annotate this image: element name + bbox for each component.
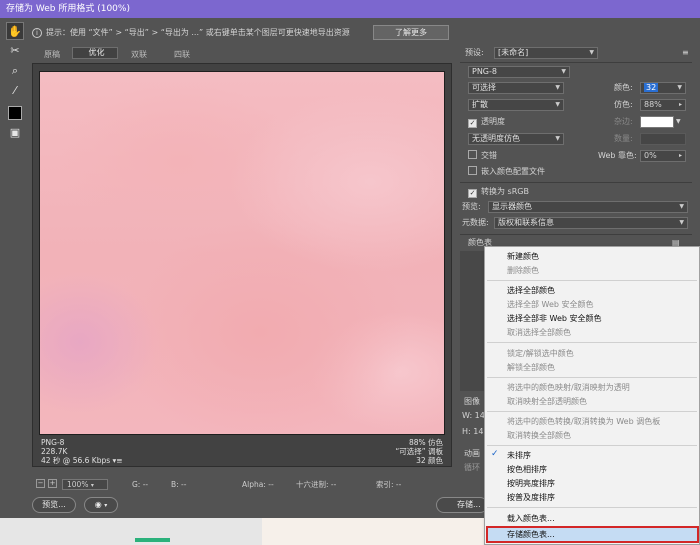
matte-color-swatch[interactable] (640, 116, 674, 128)
embed-profile-checkbox[interactable]: 嵌入颜色配置文件 (468, 166, 545, 178)
menu-sort-by-luminance[interactable]: 按明亮度排序 (507, 477, 555, 490)
tab-4up[interactable]: 四联 (160, 47, 204, 63)
zoom-out-button[interactable]: − (36, 479, 45, 488)
menu-select-non-web-safe[interactable]: 选择全部非 Web 安全颜色 (507, 312, 602, 325)
preview-mode-label: 预览: (462, 202, 481, 211)
hint-text: 提示：使用 “文件” > “导出” > “导出为 ...” 或右键单击某个图层可… (46, 28, 350, 37)
menu-map-transparent[interactable]: 将选中的颜色映射/取消映射为透明 (507, 381, 630, 394)
web-snap-label: Web 靠色: (598, 151, 637, 160)
preset-label: 预设: (465, 48, 484, 57)
index-readout: 索引: -- (376, 480, 402, 489)
alpha-readout: Alpha: -- (242, 480, 274, 489)
transparency-dither-select[interactable]: 无透明度仿色 ▼ (468, 133, 564, 145)
info-dither: 88% 仿色 (408, 438, 443, 447)
tab-2up[interactable]: 双联 (118, 47, 160, 63)
eyedropper-color-swatch[interactable] (8, 106, 22, 120)
reduction-select[interactable]: 可选择 ▼ (468, 82, 564, 94)
hand-tool-icon[interactable]: ✋ (6, 22, 24, 40)
loop-label: 循环 (464, 463, 480, 472)
interlaced-checkbox[interactable]: 交错 (468, 150, 497, 162)
menu-select-web-safe[interactable]: 选择全部 Web 安全颜色 (507, 298, 594, 311)
panel-menu-icon[interactable]: ≡ (682, 47, 689, 59)
download-speed-menu-icon[interactable]: ▾≡ (113, 456, 123, 465)
zoom-select[interactable]: 100% ▾ (62, 479, 108, 490)
menu-delete-color[interactable]: 删除颜色 (507, 264, 539, 277)
preview-button[interactable]: 预览... (32, 497, 76, 513)
browser-preview-button[interactable]: ◉ ▾ (84, 497, 118, 513)
menu-deselect-all[interactable]: 取消选择全部颜色 (507, 326, 571, 339)
colors-select[interactable]: 32 ▼ (640, 82, 686, 94)
transparency-checkbox[interactable]: ✓ 透明度 (468, 116, 505, 128)
eyedropper-icon[interactable]: ⁄ (6, 82, 24, 100)
save-button[interactable]: 存储... (436, 497, 488, 513)
menu-sort-by-popularity[interactable]: 按普及度排序 (507, 491, 555, 504)
window-title: 存储为 Web 所用格式 (100%) (0, 0, 700, 18)
menu-sort-by-hue[interactable]: 按色相排序 (507, 463, 547, 476)
slice-select-icon[interactable]: ✂ (6, 42, 24, 60)
learn-more-button[interactable]: 了解更多 (373, 25, 449, 40)
amount-field[interactable] (640, 133, 686, 145)
dither-field[interactable]: 88% ▸ (640, 99, 686, 111)
status-bar: − + 100% ▾ G: -- B: -- Alpha: -- 十六进制: -… (36, 479, 451, 491)
width-label: W: 14 (462, 411, 485, 420)
menu-unlock-all[interactable]: 解锁全部颜色 (507, 361, 555, 374)
amount-label: 数量: (614, 134, 633, 143)
image-preview-pane: PNG-8 228.7K 42 秒 @ 56.6 Kbps ▾≡ 88% 仿色 … (32, 63, 452, 467)
menu-unsorted[interactable]: 未排序 (507, 449, 531, 462)
animation-label: 动画 (464, 449, 480, 458)
browser-icon: ◉ (94, 500, 102, 509)
info-palette: “可选择” 调板 (395, 447, 443, 456)
convert-srgb-checkbox[interactable]: ✓ 转换为 sRGB (468, 186, 529, 198)
info-icon: i (32, 28, 42, 38)
slice-visibility-icon[interactable]: ▣ (6, 124, 24, 142)
info-time: 42 秒 @ 56.6 Kbps ▾≡ (41, 456, 123, 465)
hex-readout: 十六进制: -- (296, 480, 337, 489)
zoom-in-button[interactable]: + (48, 479, 57, 488)
info-size: 228.7K (41, 447, 68, 456)
zoom-tool-icon[interactable]: ⌕ (6, 62, 24, 80)
menu-load-color-table[interactable]: 载入颜色表... (507, 512, 555, 525)
checkmark-icon: ✓ (491, 449, 499, 459)
green-readout: G: -- (132, 480, 149, 489)
toolbox: ✋ ✂ ⌕ ⁄ ▣ (6, 22, 26, 144)
tab-optimized[interactable]: 优化 (72, 47, 118, 59)
menu-lock-unlock[interactable]: 锁定/解锁选中颜色 (507, 347, 574, 360)
info-format: PNG-8 (41, 438, 65, 447)
matte-arrow-icon[interactable]: ▼ (676, 116, 681, 128)
color-table-context-menu: ✓ 新建颜色 删除颜色 选择全部颜色 选择全部 Web 安全颜色 选择全部非 W… (484, 246, 700, 545)
menu-unmap-transparent[interactable]: 取消映射全部透明颜色 (507, 395, 587, 408)
matte-label: 杂边: (614, 117, 633, 126)
image-size-label: 图像 (464, 397, 480, 406)
menu-unshift-all[interactable]: 取消转换全部颜色 (507, 429, 571, 442)
menu-new-color[interactable]: 新建颜色 (507, 250, 539, 263)
menu-shift-web-palette[interactable]: 将选中的颜色转换/取消转换为 Web 调色板 (507, 415, 660, 428)
preview-mode-select[interactable]: 显示器颜色 ▼ (488, 201, 688, 213)
info-colors: 32 颜色 (416, 456, 443, 465)
tab-original[interactable]: 原稿 (32, 47, 72, 63)
menu-select-all-colors[interactable]: 选择全部颜色 (507, 284, 555, 297)
height-label: H: 14 (462, 427, 484, 436)
colors-label: 颜色: (614, 83, 633, 92)
blue-readout: B: -- (171, 480, 187, 489)
metadata-label: 元数据: (462, 218, 489, 227)
metadata-select[interactable]: 版权和联系信息 ▼ (494, 217, 688, 229)
optimized-image[interactable] (39, 71, 445, 435)
preset-select[interactable]: [未命名] ▼ (494, 47, 598, 59)
dither-label: 仿色: (614, 100, 633, 109)
menu-save-color-table[interactable]: 存储颜色表... (507, 528, 555, 541)
web-snap-field[interactable]: 0% ▸ (640, 150, 686, 162)
dither-algorithm-select[interactable]: 扩散 ▼ (468, 99, 564, 111)
format-select[interactable]: PNG-8 ▼ (468, 66, 570, 78)
